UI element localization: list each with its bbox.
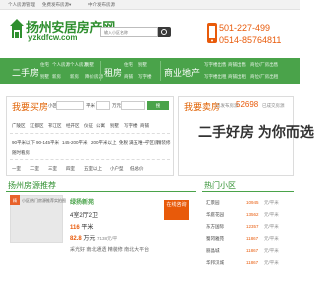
hot-area-price: 13562 xyxy=(246,212,259,217)
listing-tags: 采光好 南北通透 精装修 南北大平台 xyxy=(70,247,150,253)
nav-link[interactable]: 商铺 xyxy=(124,74,133,80)
size-filter[interactable]: 90-145平米 xyxy=(36,140,59,146)
area-filter[interactable]: 邗江区 xyxy=(48,123,62,129)
type-filter[interactable]: 二室 xyxy=(30,166,39,172)
house-logo-icon[interactable] xyxy=(10,18,24,40)
nav-link[interactable]: 新房 xyxy=(70,74,79,80)
price-unit: 万元 xyxy=(112,103,121,108)
area-filter[interactable]: 商铺 xyxy=(140,123,149,129)
area-unit: 平米 xyxy=(86,103,95,108)
hot-area-name[interactable]: 丽晶城 xyxy=(206,248,220,254)
phone-number-1: 501-227-499 xyxy=(219,23,271,33)
top-bar: 个人房源管理 免费发布房源▾ 中介发布房源 xyxy=(0,0,300,10)
area-filter[interactable]: 别墅 xyxy=(110,123,119,129)
nav-divider xyxy=(100,61,101,81)
hot-area-unit: 元/平米 xyxy=(264,236,279,241)
nav-link[interactable]: 别墅 xyxy=(138,62,147,68)
hot-area-unit: 元/平米 xyxy=(264,248,279,253)
area-filter[interactable]: 写字楼 xyxy=(124,123,138,129)
hot-area-price: 11867 xyxy=(246,248,259,253)
phone-number-2: 0514-85764811 xyxy=(219,35,282,45)
hot-area-unit: 元/平米 xyxy=(264,260,279,265)
type-filter[interactable]: 一室 xyxy=(12,166,21,172)
hot-area-unit: 元/平米 xyxy=(264,200,279,205)
hot-area-price: 11867 xyxy=(246,236,259,241)
site-domain: yzkdfcw.com xyxy=(28,33,78,42)
nav-link[interactable]: 写字楼出租 xyxy=(204,74,227,80)
size-filter[interactable]: 免税 xyxy=(119,140,128,146)
listing-title[interactable]: 绿扬新苑 xyxy=(70,197,94,206)
nav-link[interactable]: 写字楼 xyxy=(138,74,152,80)
hot-area-name[interactable]: 华邦汉城 xyxy=(206,260,224,266)
published-count: 52698 xyxy=(236,100,259,109)
size-filter[interactable]: 90平米以下 xyxy=(12,140,35,146)
search-icon[interactable] xyxy=(158,27,171,37)
personal-listings-link[interactable]: 个人房源管理 xyxy=(8,2,35,8)
nav-link[interactable]: 别墅 xyxy=(40,74,49,80)
size-filter[interactable]: 145-200平米 xyxy=(62,140,88,146)
hot-area-name[interactable]: 华庭花园 xyxy=(206,212,224,218)
type-filter[interactable]: 三室 xyxy=(48,166,57,172)
phone-icon xyxy=(207,23,217,43)
hot-area-price: 11867 xyxy=(246,260,259,265)
area-filter[interactable]: 江都区 xyxy=(30,123,44,129)
nav-link[interactable]: 住宅 xyxy=(124,62,133,68)
hot-area-unit: 元/平米 xyxy=(264,212,279,217)
hot-area-name[interactable]: 汇景园 xyxy=(206,200,220,206)
consult-button[interactable]: 在线咨询 xyxy=(164,200,189,220)
sold-count-label: 已成交房源 xyxy=(262,103,285,108)
hot-area-price: 12357 xyxy=(246,224,259,229)
nav-rent[interactable]: 租房 xyxy=(104,66,122,79)
nav-link[interactable]: 商铺出租 xyxy=(228,74,246,80)
buy-search-button[interactable]: 搜 xyxy=(147,101,169,110)
hot-area-unit: 元/平米 xyxy=(264,224,279,229)
nav-second-hand[interactable]: 二手房 xyxy=(12,66,39,79)
size-filter[interactable]: 200平米以上 xyxy=(91,140,117,146)
nav-link[interactable]: 新房 xyxy=(52,74,61,80)
listing-area-row: 116 平米 xyxy=(70,225,94,231)
hot-area-name[interactable]: 东方国际 xyxy=(206,224,224,230)
type-filter[interactable]: 五室以上 xyxy=(84,166,102,172)
area-filter[interactable]: 广陵区 xyxy=(12,123,26,129)
nav-divider xyxy=(160,61,161,81)
free-post-link[interactable]: 免费发布房源▾ xyxy=(42,2,71,8)
type-filter[interactable]: 四室 xyxy=(66,166,75,172)
sell-slogan: 二手好房 为你而选 xyxy=(198,124,314,140)
price-input[interactable] xyxy=(121,101,145,110)
nav-commercial[interactable]: 商业地产 xyxy=(164,66,200,79)
featured-badge: 精 xyxy=(10,195,20,205)
area-input[interactable] xyxy=(96,101,110,110)
community-input[interactable] xyxy=(56,101,84,110)
nav-link[interactable]: 住宅 xyxy=(40,62,49,68)
area-filter[interactable]: 仪征 xyxy=(84,123,93,129)
nav-link[interactable]: 商位/厂房出售 xyxy=(250,62,278,68)
listing-layout: 4室2厅2卫 xyxy=(70,213,99,219)
nav-link[interactable]: 写字楼出售 xyxy=(204,62,227,68)
size-filter[interactable]: 随时看房 xyxy=(12,150,30,156)
buy-title: 我要买房 xyxy=(12,102,49,112)
hot-area-heading: 热门小区 xyxy=(204,181,236,190)
nav-link[interactable]: 商铺出售 xyxy=(228,62,246,68)
nav-link[interactable]: 别墅 xyxy=(85,62,94,68)
search-input[interactable] xyxy=(100,27,158,37)
listing-price-row: 82.8 万元 7138元/平 xyxy=(70,236,118,242)
sell-title: 我要卖房 xyxy=(184,102,221,112)
hot-area-name[interactable]: 蜀冈雅苑 xyxy=(206,236,224,242)
recommend-heading: 扬州房源推荐 xyxy=(8,181,56,190)
hot-area-price: 10945 xyxy=(246,200,259,205)
type-filter[interactable]: 小户型 xyxy=(110,166,124,172)
area-filter[interactable]: 公寓 xyxy=(96,123,105,129)
type-filter[interactable]: 低总价 xyxy=(130,166,144,172)
nav-link[interactable]: 个人房源 xyxy=(52,62,70,68)
area-filter[interactable]: 经开区 xyxy=(66,123,80,129)
size-filter[interactable]: 精装修 xyxy=(157,140,171,146)
agent-post-link[interactable]: 中介发布房源 xyxy=(88,2,115,8)
main-nav: 二手房 住宅 个人房源 别墅 新房 个人房源 别墅 新房 降价房源 租房 住宅 … xyxy=(0,58,300,84)
listing-thumb-caption: 小区热门房源推荐实拍图 xyxy=(22,198,66,203)
nav-link[interactable]: 商位/厂房出租 xyxy=(250,74,278,80)
